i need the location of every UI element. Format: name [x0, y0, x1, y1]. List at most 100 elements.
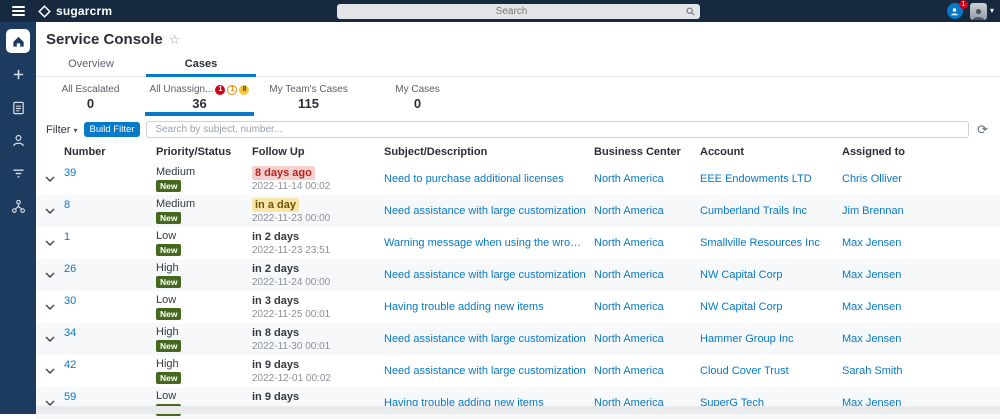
priority-status-cell: Medium New	[156, 198, 252, 224]
follow-up-relative: in 3 days	[252, 294, 299, 308]
case-number-link[interactable]: 42	[64, 355, 156, 371]
column-follow-up[interactable]: Follow Up	[252, 146, 384, 158]
priority-label: Low	[156, 294, 176, 306]
business-center-link[interactable]: North America	[594, 365, 700, 377]
assigned-user-link[interactable]: Max Jensen	[842, 301, 1000, 313]
case-number-link[interactable]: 39	[64, 163, 156, 179]
sidebar-item-create[interactable]	[6, 62, 30, 86]
notifications-button[interactable]: 1	[947, 3, 963, 19]
metric-value: 0	[40, 96, 141, 111]
case-number-link[interactable]: 34	[64, 323, 156, 339]
column-subject[interactable]: Subject/Description	[384, 146, 594, 158]
assigned-user-link[interactable]: Chris Olliver	[842, 173, 1000, 185]
case-subject-link[interactable]: Need assistance with large customization	[384, 269, 594, 281]
table-row: 39 Medium New 8 days ago 2022-11-14 00:0…	[36, 163, 1000, 195]
sidebar-item-journeys[interactable]	[6, 194, 30, 218]
follow-up-date: 2022-11-23 00:00	[252, 213, 376, 224]
sidebar-item-filters[interactable]	[6, 161, 30, 185]
account-link[interactable]: Cumberland Trails Inc	[700, 205, 842, 217]
row-expand-button[interactable]	[36, 176, 64, 182]
metric-my-cases[interactable]: My Cases 0	[363, 82, 472, 116]
account-link[interactable]: Hammer Group Inc	[700, 333, 842, 345]
tab-overview[interactable]: Overview	[36, 53, 146, 76]
case-number-link[interactable]: 59	[64, 387, 156, 403]
row-expand-button[interactable]	[36, 336, 64, 342]
business-center-link[interactable]: North America	[594, 301, 700, 313]
account-link[interactable]: NW Capital Corp	[700, 269, 842, 281]
follow-up-relative: in 9 days	[252, 358, 299, 372]
assigned-user-link[interactable]: Max Jensen	[842, 333, 1000, 345]
metric-all-escalated[interactable]: All Escalated 0	[36, 82, 145, 116]
metric-label-text: All Unassign...	[150, 84, 214, 95]
table-row: 34 High New in 8 days 2022-11-30 00:01 N…	[36, 323, 1000, 355]
sidebar-item-reports[interactable]	[6, 95, 30, 119]
follow-up-cell: in 2 days 2022-11-24 00:00	[252, 262, 384, 288]
account-link[interactable]: Cloud Cover Trust	[700, 365, 842, 377]
account-link[interactable]: EEE Endowments LTD	[700, 173, 842, 185]
status-badge: New	[156, 276, 181, 288]
case-subject-link[interactable]: Need assistance with large customization	[384, 205, 594, 217]
sidebar-item-contacts[interactable]	[6, 128, 30, 152]
global-search[interactable]	[337, 4, 700, 19]
case-subject-link[interactable]: Warning message when using the wrong bro…	[384, 237, 594, 249]
business-center-link[interactable]: North America	[594, 269, 700, 281]
priority-label: High	[156, 262, 179, 274]
status-badge: New	[156, 372, 181, 384]
chevron-down-icon: ▾	[74, 126, 78, 135]
profile-menu[interactable]: ▾	[970, 3, 994, 20]
brand-logo[interactable]: sugarcrm	[38, 4, 112, 18]
business-center-link[interactable]: North America	[594, 205, 700, 217]
follow-up-cell: in 3 days 2022-11-25 00:01	[252, 294, 384, 320]
column-assigned-to[interactable]: Assigned to	[842, 146, 1000, 158]
follow-up-date: 2022-12-01 00:02	[252, 373, 376, 384]
case-subject-link[interactable]: Need assistance with large customization	[384, 333, 594, 345]
hamburger-menu-icon[interactable]	[0, 0, 36, 22]
global-search-input[interactable]	[337, 6, 686, 17]
filter-dropdown[interactable]: Filter ▾	[46, 124, 78, 136]
metric-all-unassigned[interactable]: All Unassign... 1 1 8 36	[145, 82, 254, 116]
column-business-center[interactable]: Business Center	[594, 146, 700, 158]
case-subject-link[interactable]: Need assistance with large customization	[384, 365, 594, 377]
account-link[interactable]: Smallville Resources Inc	[700, 237, 842, 249]
tab-cases[interactable]: Cases	[146, 53, 256, 76]
case-number-link[interactable]: 30	[64, 291, 156, 307]
favorite-star-icon[interactable]: ☆	[169, 33, 181, 46]
notification-badge: 1	[959, 0, 968, 9]
app-sidebar	[0, 22, 36, 414]
tab-bar: Overview Cases	[36, 53, 1000, 77]
business-center-link[interactable]: North America	[594, 173, 700, 185]
assigned-user-link[interactable]: Jim Brennan	[842, 205, 1000, 217]
horizontal-scrollbar[interactable]	[36, 406, 1000, 414]
refresh-button[interactable]: ⟳	[975, 123, 990, 136]
case-subject-link[interactable]: Having trouble adding new items	[384, 301, 594, 313]
topbar-right-cluster: 1 ▾	[947, 0, 994, 22]
priority-status-cell: Low New	[156, 294, 252, 320]
list-search-input[interactable]	[146, 121, 969, 138]
case-number-link[interactable]: 8	[64, 195, 156, 211]
row-expand-button[interactable]	[36, 304, 64, 310]
row-expand-button[interactable]	[36, 368, 64, 374]
sidebar-item-home[interactable]	[6, 29, 30, 53]
chevron-down-icon	[45, 336, 55, 342]
metric-my-teams-cases[interactable]: My Team's Cases 115	[254, 82, 363, 116]
column-number[interactable]: Number	[64, 146, 156, 158]
row-expand-button[interactable]	[36, 240, 64, 246]
build-filter-button[interactable]: Build Filter	[84, 122, 141, 137]
case-subject-link[interactable]: Need to purchase additional licenses	[384, 173, 594, 185]
case-number-link[interactable]: 26	[64, 259, 156, 275]
business-center-link[interactable]: North America	[594, 333, 700, 345]
assigned-user-link[interactable]: Max Jensen	[842, 269, 1000, 281]
business-center-link[interactable]: North America	[594, 237, 700, 249]
case-number-link[interactable]: 1	[64, 227, 156, 243]
row-expand-button[interactable]	[36, 208, 64, 214]
priority-status-cell: High New	[156, 358, 252, 384]
chevron-down-icon	[45, 208, 55, 214]
column-account[interactable]: Account	[700, 146, 842, 158]
account-link[interactable]: NW Capital Corp	[700, 301, 842, 313]
assigned-user-link[interactable]: Max Jensen	[842, 237, 1000, 249]
chevron-down-icon	[45, 368, 55, 374]
row-expand-button[interactable]	[36, 272, 64, 278]
assigned-user-link[interactable]: Sarah Smith	[842, 365, 1000, 377]
column-priority-status[interactable]: Priority/Status	[156, 146, 252, 158]
table-row: 8 Medium New in a day 2022-11-23 00:00 N…	[36, 195, 1000, 227]
